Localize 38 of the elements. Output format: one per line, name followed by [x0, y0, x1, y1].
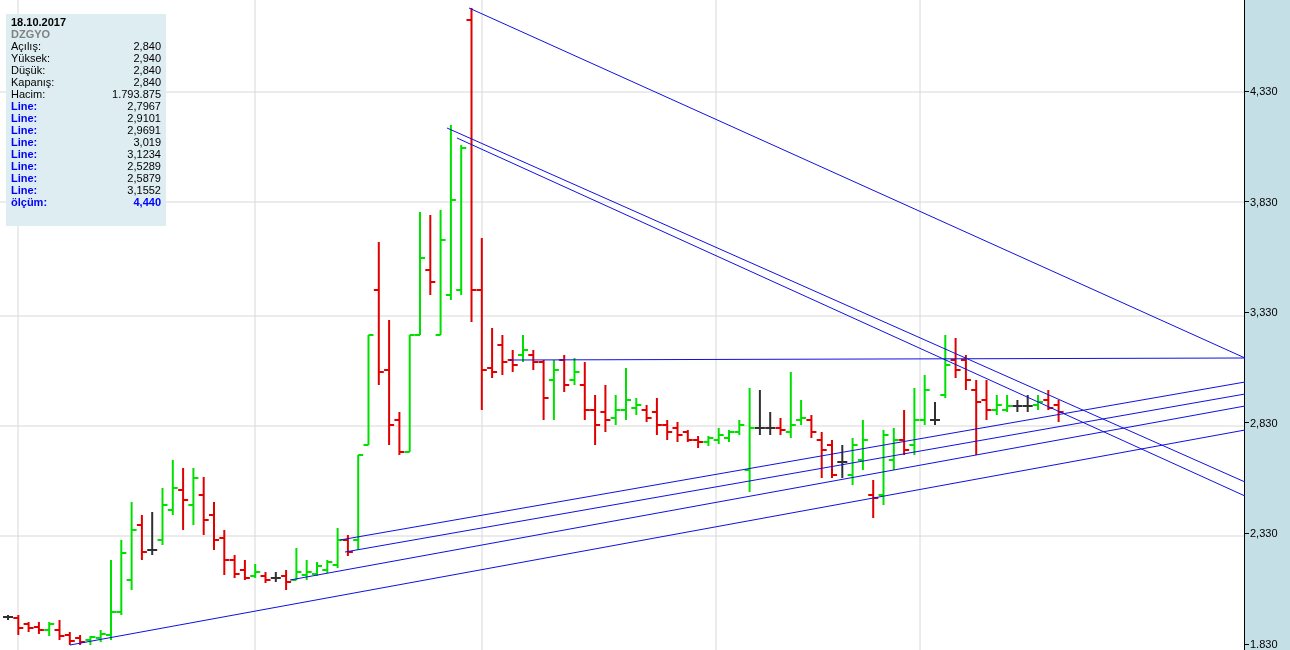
axis-tick-label: 4,330: [1250, 85, 1278, 97]
info-value: 2,5879: [127, 172, 161, 184]
info-label: Line:: [11, 100, 38, 112]
info-value: 3,1234: [127, 148, 161, 160]
info-value: 2,9101: [127, 112, 161, 124]
info-value: 2,840: [133, 40, 161, 52]
axis-tick-label: 2,830: [1250, 416, 1278, 429]
axis-tick-label: 3,330: [1250, 306, 1278, 319]
info-value: 2,840: [133, 64, 161, 76]
info-label: ölçüm:: [11, 196, 48, 208]
info-label: Line:: [11, 184, 38, 196]
info-label: Line:: [11, 160, 38, 172]
info-value: 1.793.875: [112, 88, 161, 100]
info-label: Kapanış:: [11, 76, 55, 88]
axis-tick-label: 1.830: [1250, 638, 1278, 650]
info-value: 2,7967: [127, 100, 161, 112]
info-label: Yüksek:: [11, 52, 51, 64]
info-value: 2,840: [133, 76, 161, 88]
trend-line[interactable]: [509, 357, 1245, 361]
info-label: Line:: [11, 172, 38, 184]
info-label: Line:: [11, 136, 38, 148]
info-value: 4,440: [133, 196, 161, 208]
info-label: Line:: [11, 112, 38, 124]
info-label: Line:: [11, 124, 38, 136]
symbol-label: DZGYO: [11, 28, 52, 40]
trend-line[interactable]: [289, 405, 1245, 581]
info-label: Line:: [11, 148, 38, 160]
info-label: Hacim:: [11, 88, 46, 100]
info-value: 2,5289: [127, 160, 161, 172]
date-label: 18.10.2017: [11, 16, 68, 28]
info-value: 2,9691: [127, 124, 161, 136]
info-label: Düşük:: [11, 64, 46, 76]
info-label: Açılış:: [11, 40, 41, 52]
info-value: 3,019: [133, 136, 161, 148]
info-value: 3,1552: [127, 184, 161, 196]
info-value: 2,940: [133, 52, 161, 64]
axis-tick-label: 2,330: [1250, 527, 1278, 540]
axis-tick-label: 3,830: [1250, 195, 1278, 208]
